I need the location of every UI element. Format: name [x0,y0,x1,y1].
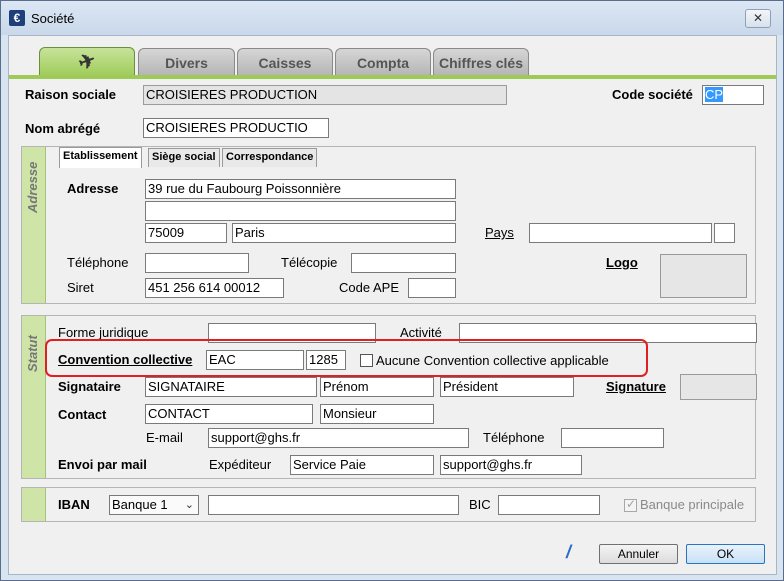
code-ape-label: Code APE [339,280,399,295]
iban-field[interactable] [208,495,459,515]
contact-label: Contact [58,407,107,422]
signataire-prenom-field[interactable]: Prénom [320,377,434,397]
raison-sociale-field[interactable]: CROISIERES PRODUCTION [143,85,507,105]
convention-code-field[interactable]: EAC [206,350,304,370]
adresse-line1-field[interactable]: 39 rue du Faubourg Poissonnière [145,179,456,199]
chevron-down-icon: ⌄ [184,499,194,511]
tab-strip [9,75,776,79]
title-bar: € Société ✕ [1,1,783,35]
telephone-field[interactable] [145,253,249,273]
statut-side-label: Statut [25,335,40,372]
statut-side-band: Statut [22,316,46,478]
banque-select[interactable]: Banque 1 ⌄ [109,495,199,515]
ville-field[interactable]: Paris [232,223,456,243]
telephone-label: Téléphone [67,255,129,270]
app-icon: € [9,10,25,26]
code-postal-field[interactable]: 75009 [145,223,227,243]
convention-collective-link[interactable]: Convention collective [58,352,192,367]
dialog-body: ✈ Divers Caisses Compta Chiffres clés Ra… [8,35,777,575]
subtab-etablissement[interactable]: Etablissement [59,147,142,168]
tab-caisses[interactable]: Caisses [237,48,333,76]
code-societe-label: Code société [612,87,693,102]
adresse-side-label: Adresse [25,161,40,213]
pays-link[interactable]: Pays [485,225,514,240]
email-field[interactable]: support@ghs.fr [208,428,469,448]
tab-compta[interactable]: Compta [335,48,431,76]
code-ape-field[interactable] [408,278,456,298]
expediteur-email-field[interactable]: support@ghs.fr [440,455,582,475]
adresse-side-band: Adresse [22,147,46,303]
banque-principale-checkbox[interactable] [624,497,637,512]
tab-divers[interactable]: Divers [138,48,235,76]
pays-field[interactable] [529,223,712,243]
window-title: Société [31,11,75,26]
forme-juridique-label: Forme juridique [58,325,149,340]
activite-label: Activité [400,325,442,340]
signataire-label: Signataire [58,379,121,394]
signataire-nom-field[interactable]: SIGNATAIRE [145,377,317,397]
adresse-label: Adresse [67,181,119,196]
aucune-convention-label: Aucune Convention collective applicable [376,353,609,368]
contact-nom-field[interactable]: CONTACT [145,404,313,424]
edit-pen-icon[interactable]: / [566,542,571,563]
ok-button[interactable]: OK [686,544,765,564]
raison-sociale-label: Raison sociale [25,87,117,102]
bic-field[interactable] [498,495,600,515]
siret-label: Siret [67,280,94,295]
convention-num-field[interactable]: 1285 [306,350,346,370]
logo-image-box[interactable] [660,254,747,298]
tab-chiffres-cles[interactable]: Chiffres clés [433,48,529,76]
telecopie-label: Télécopie [281,255,338,270]
airplane-icon: ✈ [75,48,99,76]
subtab-correspondance[interactable]: Correspondance [222,148,318,167]
societe-window: € Société ✕ ✈ Divers Caisses Compta Chif… [0,0,784,581]
nom-abrege-label: Nom abrégé [25,121,101,136]
envoi-par-mail-label: Envoi par mail [58,457,147,472]
contact-telephone-field[interactable] [561,428,664,448]
telecopie-field[interactable] [351,253,456,273]
close-button[interactable]: ✕ [745,9,771,28]
signature-link[interactable]: Signature [606,379,666,394]
subtab-siege-social[interactable]: Siège social [148,148,220,167]
banque-side-band [22,488,46,521]
banque-principale-label: Banque principale [640,497,745,512]
expediteur-label: Expéditeur [209,457,272,472]
tab-general[interactable]: ✈ [39,47,135,77]
aucune-convention-checkbox[interactable] [360,354,373,367]
pays-code-field[interactable] [714,223,735,243]
code-societe-value: CP [705,87,724,102]
contact-telephone-label: Téléphone [483,430,545,445]
email-label: E-mail [146,430,183,445]
bic-label: BIC [469,497,491,512]
banque-select-value: Banque 1 [112,497,168,512]
logo-link[interactable]: Logo [606,255,638,270]
iban-label: IBAN [58,497,90,512]
code-societe-field[interactable]: CP [702,85,764,105]
signature-image-box[interactable] [680,374,757,400]
signataire-fonction-field[interactable]: Président [440,377,574,397]
annuler-button[interactable]: Annuler [599,544,678,564]
expediteur-nom-field[interactable]: Service Paie [290,455,434,475]
adresse-line2-field[interactable] [145,201,456,221]
contact-civilite-field[interactable]: Monsieur [320,404,434,424]
siret-field[interactable]: 451 256 614 00012 [145,278,284,298]
nom-abrege-field[interactable]: CROISIERES PRODUCTIO [143,118,329,138]
